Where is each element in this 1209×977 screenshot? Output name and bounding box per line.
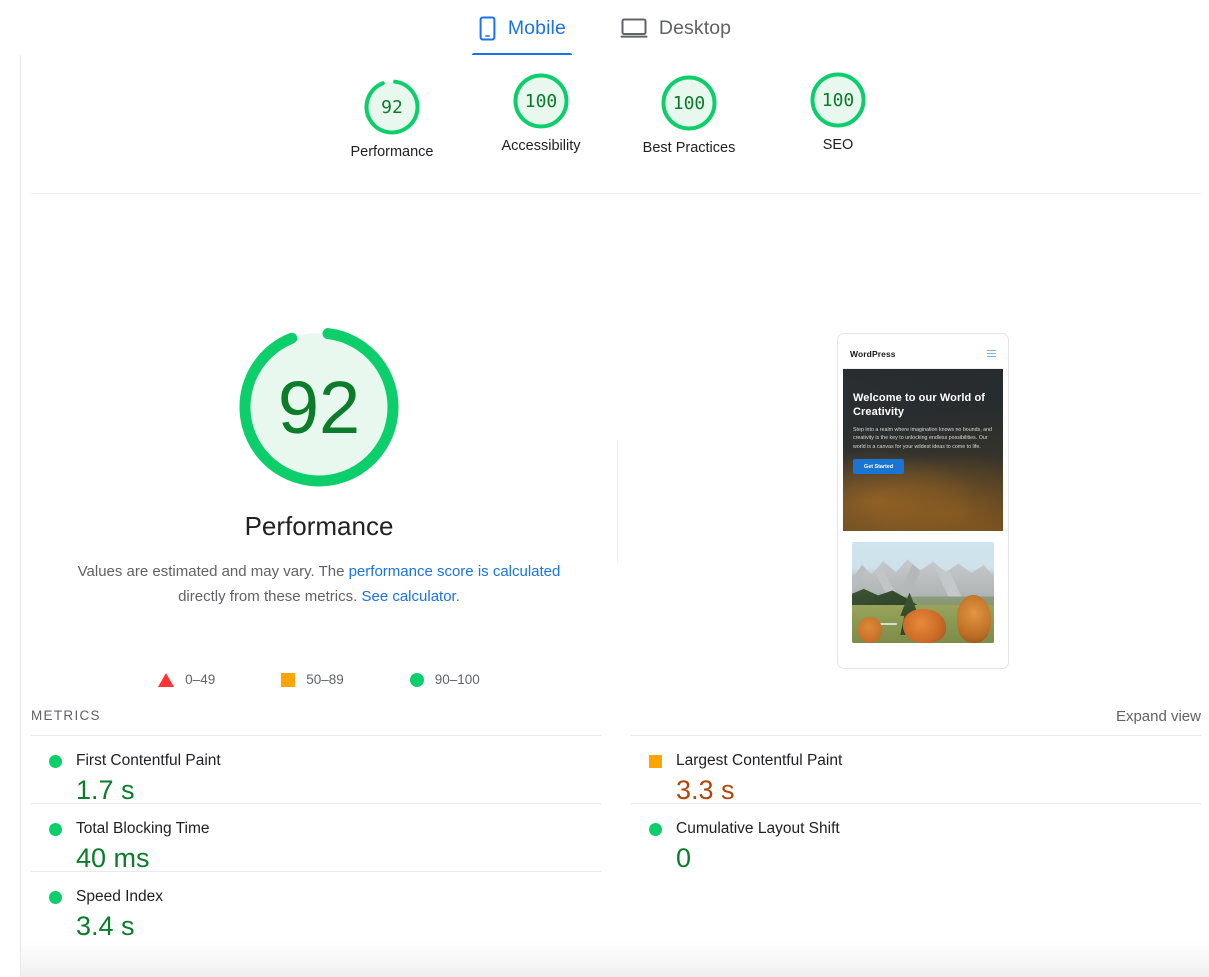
metric-row[interactable]: First Contentful Paint 1.7 s xyxy=(31,735,601,805)
category-score-performance[interactable]: 92 Performance xyxy=(327,77,457,160)
pagespeed-insights-report: Mobile Desktop 92 Performance 100 Access… xyxy=(0,0,1209,977)
circle-icon xyxy=(49,754,62,768)
square-icon xyxy=(649,754,662,768)
score-ring-best-practices: 100 xyxy=(661,75,717,131)
metric-head: Speed Index xyxy=(31,888,601,906)
thumbnail-hero-body: Welcome to our World of Creativity Step … xyxy=(843,369,1003,475)
metric-head: Cumulative Layout Shift xyxy=(631,820,1201,838)
performance-title: Performance xyxy=(244,511,394,541)
category-score-accessibility[interactable]: 100 Accessibility xyxy=(476,71,606,154)
description-text-pre: Values are estimated and may vary. The xyxy=(77,563,349,580)
metric-head: First Contentful Paint xyxy=(31,752,601,770)
performance-score-calculated-link[interactable]: performance score is calculated xyxy=(349,563,561,580)
legend-range-fail: 0–49 xyxy=(185,672,216,687)
metrics-title: METRICS xyxy=(31,708,101,723)
mobile-phone-icon xyxy=(478,16,497,41)
category-label-seo: SEO xyxy=(822,137,854,153)
see-calculator-link[interactable]: See calculator. xyxy=(361,588,459,605)
performance-description: Values are estimated and may vary. The p… xyxy=(69,559,569,609)
performance-score-value: 92 xyxy=(278,366,360,449)
tab-desktop[interactable]: Desktop xyxy=(614,0,737,56)
metric-row[interactable]: Total Blocking Time 40 ms xyxy=(31,803,601,873)
category-score-best-practices[interactable]: 100 Best Practices xyxy=(624,73,754,156)
thumbnail-hero-heading: Welcome to our World of Creativity xyxy=(853,392,986,418)
metric-row[interactable]: Largest Contentful Paint 3.3 s xyxy=(631,735,1201,805)
thumbnail-inner: WordPress Welcome to our World of Creati… xyxy=(843,339,1003,663)
category-score-seo[interactable]: 100 SEO xyxy=(773,70,903,153)
score-ring-accessibility: 100 xyxy=(513,73,569,129)
metric-name: Total Blocking Time xyxy=(76,820,210,837)
hamburger-menu-icon xyxy=(987,349,996,358)
legend-item-average: 50–89 xyxy=(281,672,344,687)
metric-name: First Contentful Paint xyxy=(76,752,221,769)
description-text-mid: directly from these metrics. xyxy=(178,588,362,605)
metric-name: Largest Contentful Paint xyxy=(676,752,843,769)
desktop-monitor-icon xyxy=(620,17,648,39)
thumbnail-hero: Welcome to our World of Creativity Step … xyxy=(843,369,1003,531)
page-screenshot-thumbnail[interactable]: WordPress Welcome to our World of Creati… xyxy=(837,333,1009,669)
metrics-column-right: Largest Contentful Paint 3.3 s Cumulativ… xyxy=(631,735,1201,939)
tab-mobile[interactable]: Mobile xyxy=(471,0,572,56)
tab-desktop-label: Desktop xyxy=(658,16,732,39)
category-label-best-practices: Best Practices xyxy=(642,140,736,156)
metric-name: Speed Index xyxy=(76,888,164,905)
metric-row[interactable]: Cumulative Layout Shift 0 xyxy=(631,803,1201,873)
score-value-best-practices: 100 xyxy=(673,93,706,114)
thumbnail-site-header: WordPress xyxy=(843,339,1003,369)
tab-mobile-label: Mobile xyxy=(507,16,566,39)
report-card: 92 Performance 100 Accessibility 100 Bes… xyxy=(20,55,1209,977)
triangle-icon xyxy=(158,672,175,687)
metrics-grid: First Contentful Paint 1.7 s Total Block… xyxy=(31,735,1201,941)
device-tabs: Mobile Desktop xyxy=(0,0,1209,56)
performance-section: 92 Performance Values are estimated and … xyxy=(21,194,1209,977)
category-label-accessibility: Accessibility xyxy=(501,138,581,154)
thumbnail-brand: WordPress xyxy=(850,348,896,359)
score-legend: 0–49 50–89 90–100 xyxy=(29,672,609,687)
thumbnail-hero-paragraph: Step into a realm where imagination know… xyxy=(853,427,992,450)
circle-icon xyxy=(49,890,62,904)
square-icon xyxy=(281,672,296,687)
score-value-performance: 92 xyxy=(381,97,403,118)
metric-value: 0 xyxy=(676,843,692,873)
score-ring-seo: 100 xyxy=(810,72,866,128)
metric-head: Total Blocking Time xyxy=(31,820,601,838)
thumbnail-photo-wrap xyxy=(843,531,1003,643)
legend-item-fail: 0–49 xyxy=(158,672,215,687)
circle-icon xyxy=(409,672,424,687)
circle-icon xyxy=(649,822,662,836)
category-score-row: 92 Performance 100 Accessibility 100 Bes… xyxy=(21,65,1209,195)
metric-head: Largest Contentful Paint xyxy=(631,752,1201,770)
legend-range-pass: 90–100 xyxy=(434,672,480,687)
metric-name: Cumulative Layout Shift xyxy=(676,820,840,837)
performance-gauge-block: 92 Performance Values are estimated and … xyxy=(29,319,609,609)
metrics-column-left: First Contentful Paint 1.7 s Total Block… xyxy=(31,735,601,941)
vertical-divider xyxy=(617,440,618,562)
expand-view-button[interactable]: Expand view xyxy=(1116,708,1201,725)
legend-range-average: 50–89 xyxy=(306,672,344,687)
score-value-seo: 100 xyxy=(822,90,855,111)
thumbnail-landscape-photo xyxy=(852,542,994,643)
metrics-header: METRICS Expand view xyxy=(31,708,1201,738)
metric-row[interactable]: Speed Index 3.4 s xyxy=(31,871,601,941)
circle-icon xyxy=(49,822,62,836)
score-ring-performance: 92 xyxy=(364,79,420,135)
thumbnail-get-started-button: Get Started xyxy=(853,459,905,475)
category-label-performance: Performance xyxy=(350,144,434,160)
score-value-accessibility: 100 xyxy=(525,91,558,112)
legend-item-pass: 90–100 xyxy=(409,672,480,687)
performance-score-ring: 92 xyxy=(239,327,399,487)
metric-value: 3.4 s xyxy=(76,911,135,941)
